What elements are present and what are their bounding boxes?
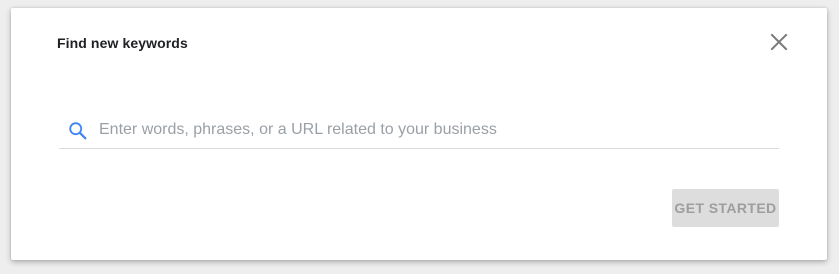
get-started-button[interactable]: GET STARTED <box>672 189 779 227</box>
search-icon <box>69 122 87 140</box>
keywords-search-input[interactable] <box>99 118 769 142</box>
find-keywords-dialog: Find new keywords GET STARTED <box>11 8 827 260</box>
close-icon <box>770 33 788 51</box>
close-button[interactable] <box>767 30 791 54</box>
search-field <box>59 114 779 149</box>
dialog-title: Find new keywords <box>57 35 188 51</box>
